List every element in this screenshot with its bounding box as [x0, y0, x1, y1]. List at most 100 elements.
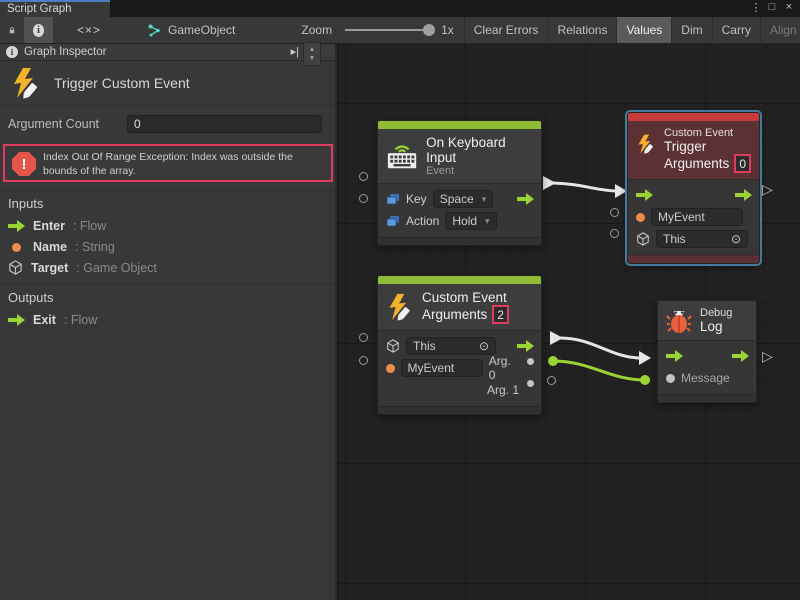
inputs-header: Inputs [8, 196, 43, 211]
graph-canvas[interactable]: On Keyboard Input Event Key Space▾ Actio… [339, 44, 800, 600]
flow-input-port[interactable] [666, 350, 683, 362]
flow-arrow-icon [8, 220, 25, 232]
dim-toggle[interactable]: Dim [672, 17, 712, 43]
zoom-slider[interactable] [341, 17, 435, 43]
graph-toolbar: i <×> GameObject Zoom 1x Clear Errors Re… [0, 17, 800, 44]
node-body: MyEvent This ⊙ [628, 179, 759, 255]
input-pin-enter: Enter: Flow [8, 219, 106, 233]
inspector-toggle-button[interactable]: i [24, 17, 53, 43]
arg0-port-dot[interactable] [527, 358, 534, 365]
dim-label: Dim [681, 23, 702, 37]
port-action[interactable] [359, 194, 368, 203]
argument-count-label: Argument Count [8, 117, 99, 131]
port-key[interactable] [359, 172, 368, 181]
flow-output-port[interactable] [517, 193, 534, 205]
maximize-icon[interactable]: □ [764, 1, 780, 13]
code-view-button[interactable]: <×> [68, 17, 110, 43]
window-menu-icon[interactable]: ⋮ [748, 1, 764, 14]
node-kicker: Custom Event [422, 290, 509, 305]
target-picker-icon[interactable]: ⊙ [731, 232, 741, 246]
node-footer [378, 406, 541, 414]
port-trigger-exit[interactable]: ▷ [762, 181, 773, 198]
custom-event-icon [636, 131, 656, 157]
flow-output-port[interactable] [732, 350, 749, 362]
spin-up-icon[interactable]: ▲ [309, 45, 316, 54]
lock-button[interactable] [0, 17, 24, 43]
string-port-icon[interactable] [386, 364, 395, 373]
relations-toggle[interactable]: Relations [548, 17, 617, 43]
node-header[interactable]: On Keyboard Input Event [378, 129, 541, 183]
node-trigger-custom-event[interactable]: Custom Event Trigger Arguments 0 MyEvent… [627, 112, 760, 264]
values-toggle[interactable]: Values [617, 17, 672, 43]
zoom-slider-handle[interactable] [423, 24, 435, 36]
spin-down-icon[interactable]: ▼ [309, 54, 316, 63]
align-dropdown[interactable]: Align▾ [761, 17, 800, 43]
custom-event-icon [10, 67, 42, 99]
node-header[interactable]: Custom Event Arguments 2 [378, 284, 541, 330]
node-title-line2: Arguments [664, 156, 729, 171]
node-debug-log[interactable]: Debug Log Message [657, 300, 757, 403]
info-icon: i [6, 46, 18, 58]
carry-toggle[interactable]: Carry [713, 17, 761, 43]
node-body: This⊙ MyEvent Arg. 0 Arg. 1 [378, 330, 541, 406]
action-label: Action [406, 214, 439, 228]
cube-icon[interactable] [636, 232, 650, 246]
argument-count-badge: 2 [492, 305, 509, 324]
node-header[interactable]: Custom Event Trigger Arguments 0 [628, 121, 759, 179]
target-dropdown[interactable]: This ⊙ [656, 230, 748, 248]
error-icon: ! [12, 152, 36, 176]
graph-owner-icon [147, 23, 162, 38]
clear-errors-label: Clear Errors [474, 23, 539, 37]
port-args-name[interactable] [359, 356, 368, 365]
node-custom-event-arguments[interactable]: Custom Event Arguments 2 This⊙ MyEvent A… [377, 275, 542, 415]
target-value: This [663, 232, 686, 246]
flow-input-port[interactable] [636, 189, 653, 201]
error-message-box: ! Index Out Of Range Exception: Index wa… [3, 144, 333, 182]
custom-event-icon [386, 293, 414, 321]
flow-output-port[interactable] [735, 189, 752, 201]
message-label: Message [681, 371, 730, 385]
argument-count-badge: 0 [734, 154, 751, 173]
port-arg1-out[interactable] [547, 376, 556, 385]
divider [0, 284, 337, 285]
key-dropdown[interactable]: Space▾ [433, 190, 494, 208]
action-dropdown[interactable]: Hold▾ [445, 212, 496, 230]
node-subtitle: Event [426, 165, 533, 177]
target-dropdown[interactable]: This⊙ [406, 337, 496, 355]
string-port-icon[interactable] [636, 213, 645, 222]
node-on-keyboard-input[interactable]: On Keyboard Input Event Key Space▾ Actio… [377, 120, 542, 246]
action-port-icon [386, 215, 400, 228]
key-row: Key Space▾ [378, 188, 541, 210]
event-name-input[interactable]: MyEvent [401, 359, 483, 377]
port-trigger-target[interactable] [610, 229, 619, 238]
argument-count-row: Argument Count [0, 106, 335, 142]
key-label: Key [406, 192, 427, 206]
gameobject-reference[interactable]: GameObject [138, 17, 244, 43]
cube-icon[interactable] [386, 339, 400, 353]
window-tab-bar: Script Graph ⋮ □ × [0, 0, 800, 17]
divider [0, 190, 337, 191]
arg1-port-dot[interactable] [527, 380, 534, 387]
zoom-slider-track[interactable] [345, 29, 431, 31]
error-text: Index Out Of Range Exception: Index was … [43, 151, 325, 178]
dock-panel-icon[interactable]: ▸| [291, 45, 299, 58]
flow-output-port[interactable] [517, 340, 534, 352]
unit-title: Trigger Custom Event [54, 75, 190, 91]
action-value: Hold [452, 214, 477, 228]
port-trigger-name[interactable] [610, 208, 619, 217]
tab-script-graph[interactable]: Script Graph [0, 0, 110, 17]
argument-count-input[interactable] [127, 115, 322, 133]
output-pin-exit: Exit: Flow [8, 313, 97, 327]
inspector-header: i Graph Inspector ▸| ▲ ▼ [0, 44, 335, 61]
node-color-bar [378, 276, 541, 284]
port-log-exit[interactable]: ▷ [762, 348, 773, 365]
clear-errors-button[interactable]: Clear Errors [465, 17, 549, 43]
value-port-icon[interactable] [666, 374, 675, 383]
target-picker-icon[interactable]: ⊙ [479, 339, 489, 353]
event-name-input[interactable]: MyEvent [651, 208, 743, 226]
port-args-target[interactable] [359, 333, 368, 342]
node-error-bar [628, 113, 759, 121]
close-icon[interactable]: × [781, 1, 797, 13]
panel-spinner[interactable]: ▲ ▼ [303, 42, 321, 66]
node-header[interactable]: Debug Log [658, 301, 756, 340]
